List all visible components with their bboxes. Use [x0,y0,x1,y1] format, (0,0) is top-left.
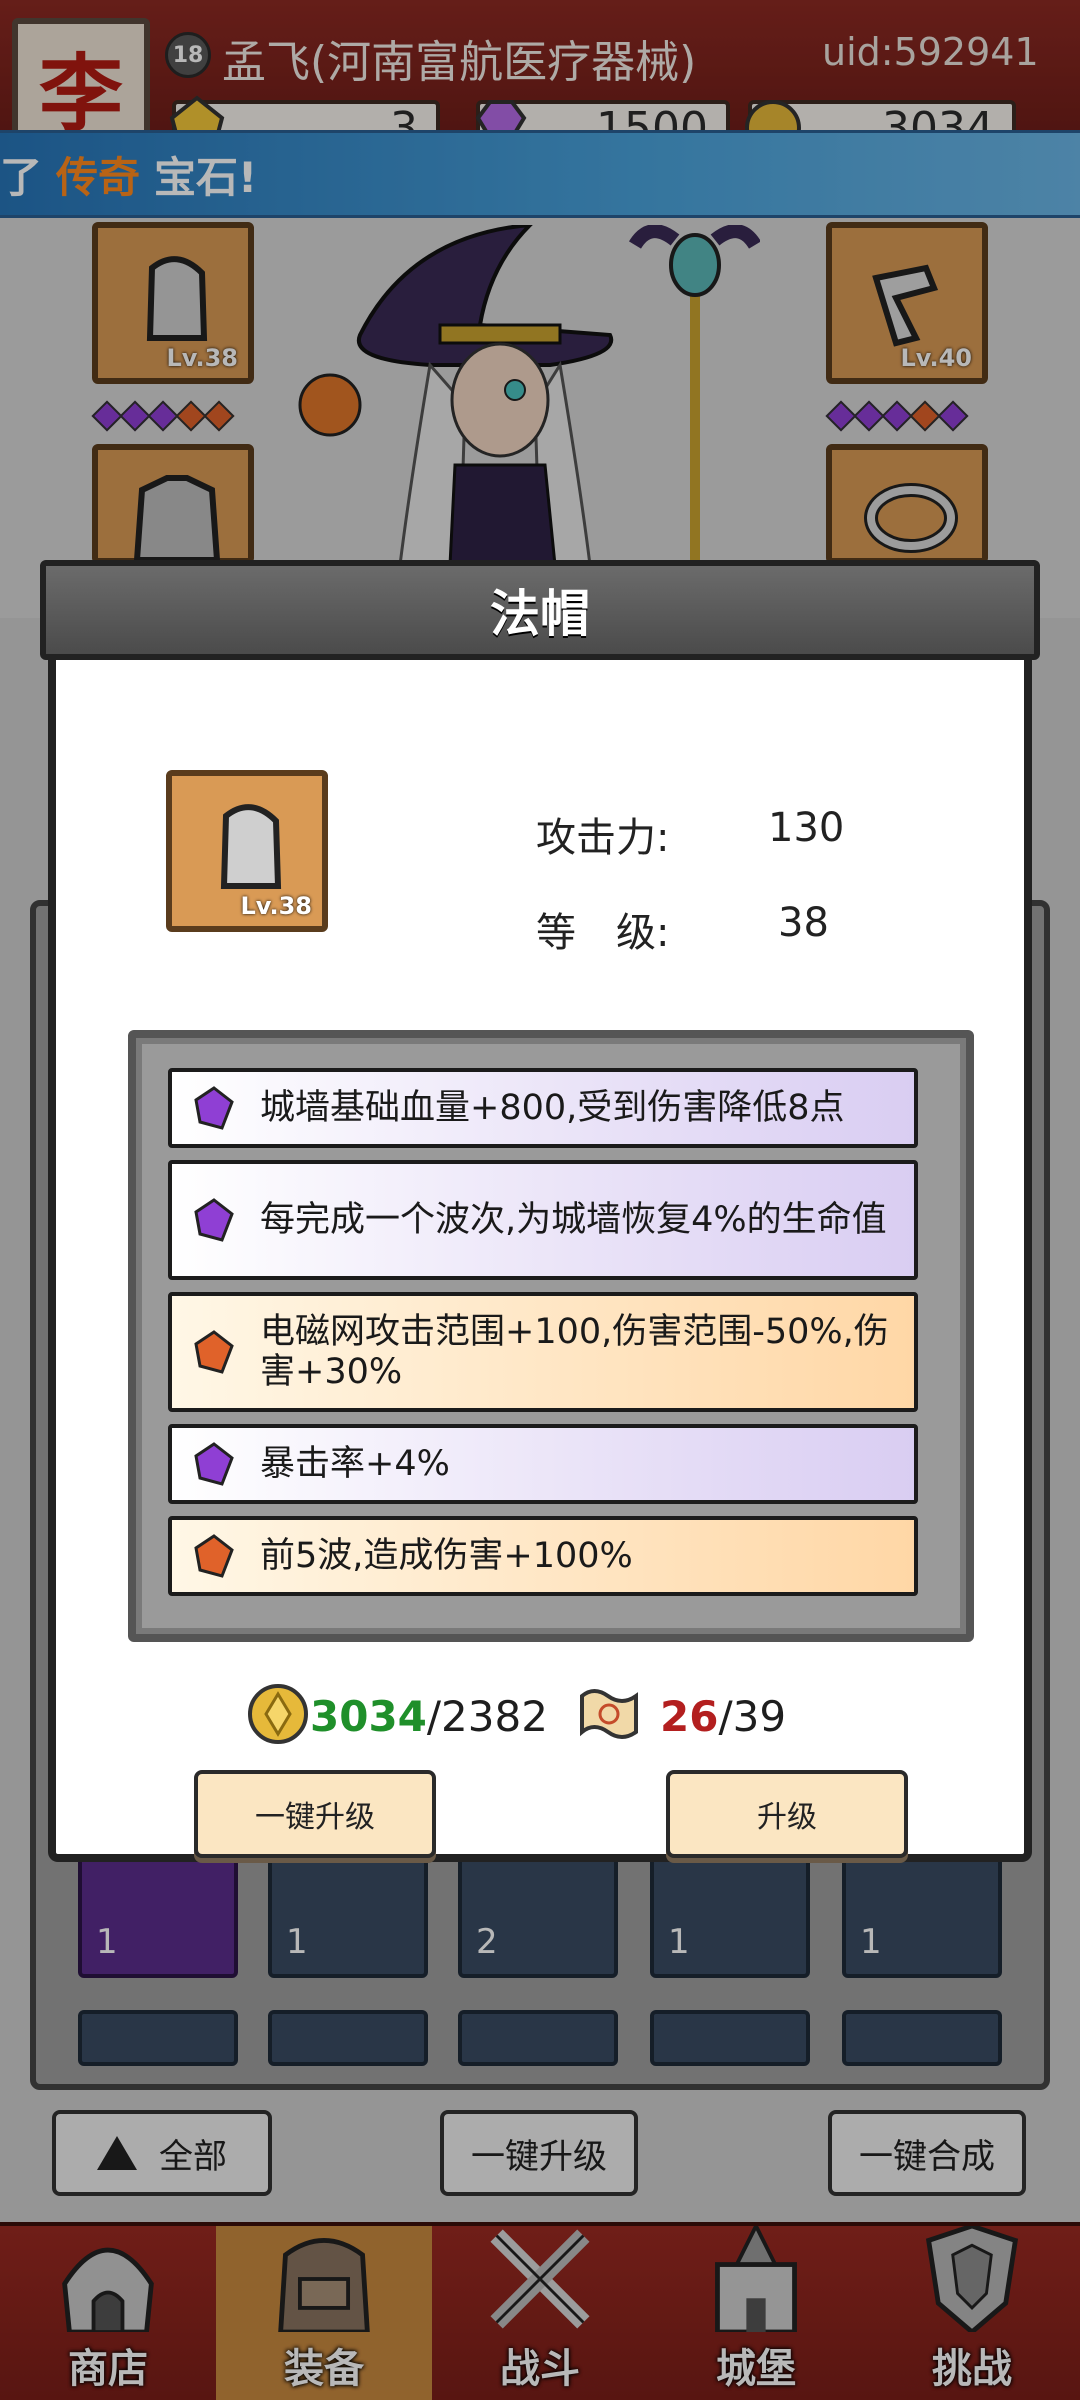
nav-challenge-label: 挑战 [932,2346,1012,2392]
bulk-merge-button[interactable]: 一键合成 [828,2110,1026,2196]
item-preview-slot: Lv.38 [166,770,328,932]
equip-slot-hat[interactable]: Lv.38 [92,222,254,384]
purple-diamond-icon [937,400,969,432]
inventory-item[interactable] [458,2010,618,2066]
attack-value: 130 [768,805,845,851]
coin-icon [248,1684,308,1744]
gold-required: /2382 [426,1692,548,1741]
nav-shop[interactable]: 商店 [0,2226,216,2400]
purple-gem-icon [194,1086,234,1130]
player-name: 孟飞(河南富航医疗器械) [222,37,697,88]
inventory-item[interactable] [650,2010,810,2066]
rarity-diamonds-right [825,400,969,432]
orange-diamond-icon [175,400,207,432]
equip-slot-robe[interactable] [92,444,254,564]
purple-gem-icon [194,1442,234,1486]
attack-label: 攻击力: [536,815,670,861]
nav-equipment[interactable]: 装备 [216,2226,432,2400]
robe-icon [133,475,221,560]
shop-hut-icon [62,2247,154,2332]
inventory-item[interactable]: 1 [842,1848,1002,1978]
witch-character-icon [298,225,760,565]
hat-icon [220,804,282,889]
equip-slot-arm[interactable]: Lv.40 [826,222,988,384]
orange-gem-icon [194,1330,234,1374]
scroll-owned: 26 [660,1692,719,1741]
nav-battle[interactable]: 战斗 [432,2226,648,2400]
nav-castle[interactable]: 城堡 [648,2226,864,2400]
purple-diamond-icon [147,400,179,432]
castle-icon [715,2226,797,2332]
nav-challenge[interactable]: 挑战 [864,2226,1080,2400]
rarity-diamonds-left [91,400,235,432]
gold-cost: 3034/2382 [310,1692,548,1741]
equipment-detail-dialog: 法帽 Lv.38 攻击力: 130 等 级: 38 城墙基础血量+800,受到伤… [40,560,1040,1862]
inventory-item[interactable]: 1 [268,1848,428,1978]
affix-row: 前5波,造成伤害+100% [168,1516,918,1596]
affix-list: 城墙基础血量+800,受到伤害降低8点 每完成一个波次,为城墙恢复4%的生命值 … [128,1030,974,1642]
orange-diamond-icon [909,400,941,432]
nav-castle-label: 城堡 [716,2346,796,2392]
affix-text: 电磁网攻击范围+100,伤害范围-50%,伤害+30% [260,1312,889,1392]
upgrade-button[interactable]: 升级 [666,1770,908,1858]
inventory-item[interactable]: 2 [458,1848,618,1978]
dialog-body: Lv.38 攻击力: 130 等 级: 38 城墙基础血量+800,受到伤害降低… [48,660,1032,1862]
announcement-marquee: 了 传奇 宝石! [0,130,1080,218]
affix-text: 城墙基础血量+800,受到伤害降低8点 [260,1088,845,1128]
triangle-filter-icon [97,2136,137,2170]
scroll-icon [580,1689,638,1739]
hat-icon [146,256,208,341]
crossed-swords-icon [490,2229,590,2329]
purple-diamond-icon [119,400,151,432]
inventory-item[interactable] [842,2010,1002,2066]
marquee-prefix: 了 [0,152,43,202]
purple-diamond-icon [881,400,913,432]
nav-battle-label: 战斗 [500,2346,580,2392]
nav-shop-label: 商店 [68,2346,148,2392]
nav-equipment-label: 装备 [284,2346,364,2392]
backpack-icon [278,2238,370,2332]
purple-diamond-icon [825,400,857,432]
inventory-item[interactable]: 1 [650,1848,810,1978]
player-level-badge: 18 [165,32,211,78]
affix-row: 电磁网攻击范围+100,伤害范围-50%,伤害+30% [168,1292,918,1412]
scroll-cost: 26/39 [660,1692,786,1741]
affix-row: 暴击率+4% [168,1424,918,1504]
orange-diamond-icon [203,400,235,432]
gold-owned: 3034 [310,1692,427,1741]
level-value: 38 [778,900,829,946]
affix-text: 暴击率+4% [260,1444,450,1484]
affix-row: 每完成一个波次,为城墙恢复4%的生命值 [168,1160,918,1280]
ring-icon [864,483,958,553]
marquee-highlight: 传奇 [56,152,141,202]
purple-diamond-icon [91,400,123,432]
player-uid: uid:592941 [822,30,1039,74]
dialog-title: 法帽 [40,560,1040,660]
purple-diamond-icon [853,400,885,432]
scroll-required: /39 [718,1692,787,1741]
bottom-navigation: 商店 装备 战斗 城堡 挑战 [0,2222,1080,2400]
marquee-suffix: 宝石! [154,152,258,202]
purple-gem-icon [194,1198,234,1242]
level-label: 等 级: [536,910,670,956]
inventory-item[interactable] [78,2010,238,2066]
inventory-item[interactable]: 1 [78,1848,238,1978]
equip-slot-ring[interactable] [826,444,988,564]
filter-all-button[interactable]: 全部 [52,2110,272,2196]
affix-text: 前5波,造成伤害+100% [260,1536,633,1576]
one-key-upgrade-button[interactable]: 一键升级 [194,1770,436,1858]
orange-gem-icon [194,1534,234,1578]
affix-text: 每完成一个波次,为城墙恢复4%的生命值 [260,1200,887,1240]
bulk-upgrade-button[interactable]: 一键升级 [440,2110,638,2196]
shield-icon [925,2226,1019,2332]
affix-row: 城墙基础血量+800,受到伤害降低8点 [168,1068,918,1148]
inventory-item[interactable] [268,2010,428,2066]
filter-all-label: 全部 [159,2136,227,2177]
arm-guard-icon [872,264,939,347]
